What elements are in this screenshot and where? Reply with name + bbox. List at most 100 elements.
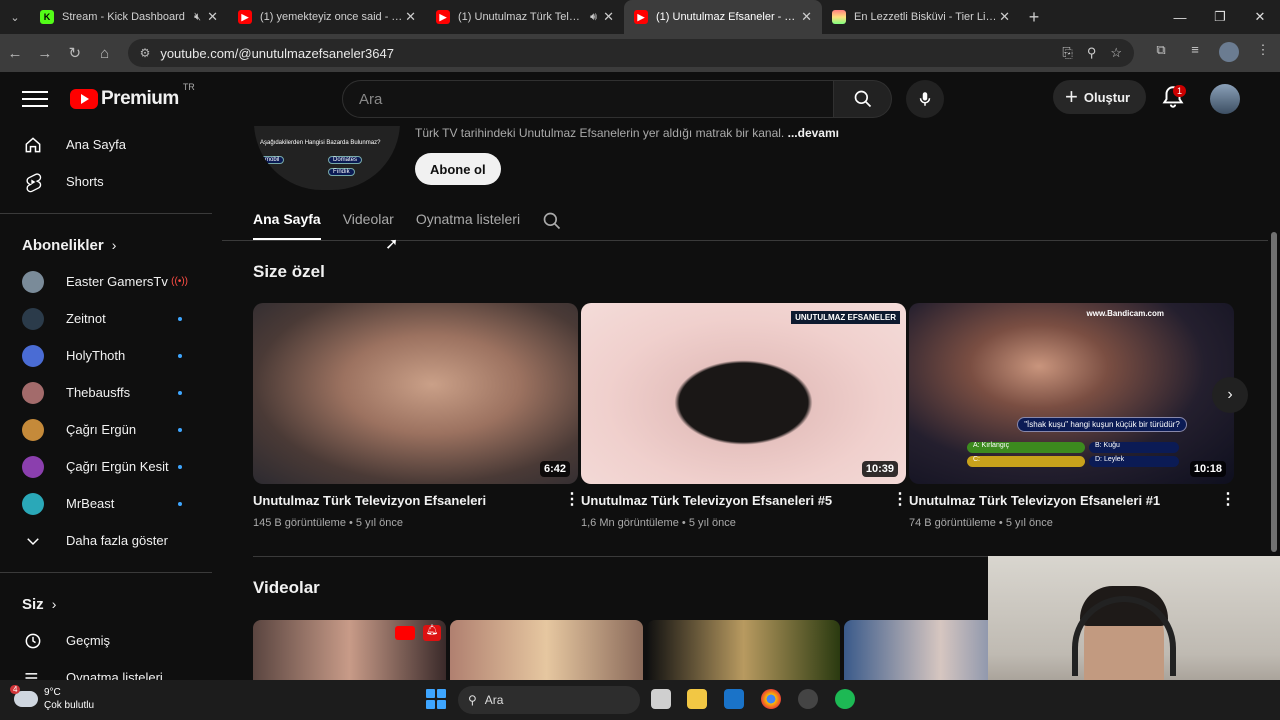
channel-search-button[interactable] (542, 204, 562, 240)
browser-tab-yemekteyiz[interactable]: ▶ (1) yemekteyiz once said - YouTu ✕ (228, 0, 426, 34)
media-controls-icon[interactable]: ≡ (1178, 42, 1212, 65)
video-card[interactable]: UNUTULMAZ EFSANELER 10:39 Unutulmaz Türk… (581, 303, 908, 529)
sidebar-item-subscription[interactable]: Çağrı Ergün Kesit (0, 448, 212, 485)
create-label: Oluştur (1083, 89, 1131, 105)
tab-search-button[interactable]: ⌄ (0, 0, 30, 34)
sidebar-item-history[interactable]: Geçmiş (0, 622, 212, 659)
video-card[interactable]: 6:42 Unutulmaz Türk Televizyon Efsaneler… (253, 303, 580, 529)
close-icon[interactable]: ✕ (603, 9, 614, 25)
video-thumbnail[interactable]: UNUTULMAZ EFSANELER 10:39 (581, 303, 906, 484)
you-heading[interactable]: Siz › (0, 586, 212, 622)
video-thumbnail[interactable]: 6:42 (253, 303, 578, 484)
video-card[interactable]: www.Bandicam.com "İshak kuşu" hangi kuşu… (909, 303, 1236, 529)
back-icon[interactable]: ← (0, 45, 30, 62)
sidebar-item-label: Ana Sayfa (66, 137, 126, 152)
video-thumbnail[interactable]: 🔔︎ (253, 620, 446, 680)
tab-playlists[interactable]: Oynatma listeleri (416, 204, 520, 240)
channel-description[interactable]: Türk TV tarihindeki Unutulmaz Efsaneleri… (415, 126, 839, 140)
url-text[interactable]: youtube.com/@unutulmazefsaneler3647 (160, 46, 1048, 61)
microphone-icon (919, 92, 931, 106)
plus-icon: + (1065, 84, 1078, 109)
video-views: 1,6 Mn görüntüleme (581, 517, 679, 529)
mute-icon[interactable]: 🔇︎ (194, 11, 201, 24)
youtube-premium-logo[interactable]: Premium TR (70, 82, 195, 110)
sidebar-item-subscription[interactable]: Çağrı Ergün (0, 411, 212, 448)
minimize-icon[interactable]: — (1160, 0, 1200, 34)
more-options-icon[interactable]: ⋮ (1220, 492, 1236, 508)
more-options-icon[interactable]: ⋮ (892, 492, 908, 508)
restore-icon[interactable]: ❐ (1200, 0, 1240, 34)
video-thumbnail[interactable]: www.Bandicam.com "İshak kuşu" hangi kuşu… (909, 303, 1234, 484)
you-heading-label: Siz (22, 595, 44, 613)
scrollbar-thumb[interactable] (1271, 232, 1277, 552)
description-more-link[interactable]: ...devamı (788, 126, 839, 140)
browser-tab-kick[interactable]: K Stream - Kick Dashboard 🔇︎ ✕ (30, 0, 228, 34)
windows-start-icon[interactable] (426, 689, 446, 709)
create-button[interactable]: + Oluştur (1053, 80, 1147, 114)
tab-home[interactable]: Ana Sayfa (253, 204, 321, 240)
zoom-icon[interactable]: ⚲ (1087, 45, 1097, 61)
channel-banner-thumbnail[interactable]: Aşağıdakilerden Hangisi Bazarda Bulunmaz… (254, 126, 400, 190)
subscriptions-heading[interactable]: Abonelikler › (0, 227, 212, 263)
new-tab-button[interactable]: + (1020, 7, 1048, 28)
weather-widget[interactable]: 4 9°C Çok bulutlu (10, 685, 94, 712)
outlook-icon[interactable] (724, 689, 744, 709)
video-title[interactable]: Unutulmaz Türk Televizyon Efsaneleri #5 (581, 493, 892, 508)
search-button[interactable] (834, 80, 892, 118)
task-view-icon[interactable] (651, 689, 671, 709)
speaker-icon[interactable]: 🔊︎ (590, 11, 597, 24)
subscribe-button[interactable]: Abone ol (415, 153, 501, 185)
video-title[interactable]: Unutulmaz Türk Televizyon Efsaneleri #1 (909, 493, 1220, 508)
menu-icon[interactable] (22, 86, 48, 112)
site-info-icon[interactable]: ⚙ (140, 46, 151, 60)
browser-menu-icon[interactable]: ⋮ (1246, 42, 1280, 65)
extensions-icon[interactable]: ⧉ (1144, 42, 1178, 65)
sidebar-item-playlists[interactable]: Oynatma listeleri (0, 659, 212, 680)
browser-tab-tierlist[interactable]: En Lezzetli Bisküvi - Tier List, Kö ✕ (822, 0, 1020, 34)
app-icon[interactable] (798, 689, 818, 709)
description-text: Türk TV tarihindeki Unutulmaz Efsaneleri… (415, 126, 785, 140)
video-title[interactable]: Unutulmaz Türk Televizyon Efsaneleri (253, 493, 564, 508)
file-explorer-icon[interactable] (687, 689, 707, 709)
close-icon[interactable]: ✕ (207, 9, 218, 25)
close-window-icon[interactable]: ✕ (1240, 0, 1280, 34)
reload-icon[interactable]: ↻ (60, 44, 90, 62)
close-icon[interactable]: ✕ (801, 9, 812, 25)
voice-search-button[interactable] (906, 80, 944, 118)
thumbnail-overlay: www.Bandicam.com (1086, 309, 1165, 318)
video-thumbnail[interactable] (450, 620, 643, 680)
sidebar-item-subscription[interactable]: Easter GamersTv ((•)) (0, 263, 212, 300)
install-app-icon[interactable]: ⎘ (1062, 45, 1072, 61)
home-icon[interactable]: ⌂ (90, 45, 120, 62)
show-more-button[interactable]: Daha fazla göster (0, 522, 212, 559)
account-avatar[interactable] (1210, 84, 1240, 114)
sidebar-item-subscription[interactable]: Zeitnot (0, 300, 212, 337)
browser-tab-unutulmaz-efsaneler[interactable]: ▶ (1) Unutulmaz Efsaneler - YouTu ✕ (624, 0, 822, 34)
sidebar-item-subscription[interactable]: HolyThoth (0, 337, 212, 374)
divider (0, 213, 212, 214)
banner-option: Fındık (328, 168, 355, 176)
address-bar[interactable]: ⚙ youtube.com/@unutulmazefsaneler3647 ⎘ … (127, 39, 1134, 67)
sidebar: Ana Sayfa Shorts Abonelikler › Easter Ga… (0, 126, 212, 680)
taskbar-search[interactable]: ⚲ Ara (458, 686, 640, 714)
search-input[interactable] (342, 80, 834, 118)
browser-tab-unutulmaz-tv[interactable]: ▶ (1) Unutulmaz Türk Televizyo 🔊︎ ✕ (426, 0, 624, 34)
close-icon[interactable]: ✕ (999, 9, 1010, 25)
profile-avatar[interactable] (1212, 41, 1246, 65)
avatar (22, 418, 44, 441)
forward-icon[interactable]: → (30, 45, 60, 62)
tab-title: (1) Unutulmaz Efsaneler - YouTu (656, 11, 802, 23)
sidebar-item-subscription[interactable]: MrBeast (0, 485, 212, 522)
sidebar-item-subscription[interactable]: Thebausffs (0, 374, 212, 411)
more-options-icon[interactable]: ⋮ (564, 492, 580, 508)
carousel-next-button[interactable]: › (1212, 377, 1248, 413)
chrome-icon[interactable] (761, 689, 781, 709)
video-thumbnail[interactable] (647, 620, 840, 680)
banner-option: Domates (328, 156, 363, 164)
sidebar-item-shorts[interactable]: Shorts (0, 163, 212, 200)
sidebar-item-home[interactable]: Ana Sayfa (0, 126, 212, 163)
spotify-icon[interactable] (835, 689, 855, 709)
quiz-option: D: Leylek (1089, 456, 1179, 467)
bookmark-star-icon[interactable]: ☆ (1110, 45, 1122, 61)
close-icon[interactable]: ✕ (405, 9, 416, 25)
